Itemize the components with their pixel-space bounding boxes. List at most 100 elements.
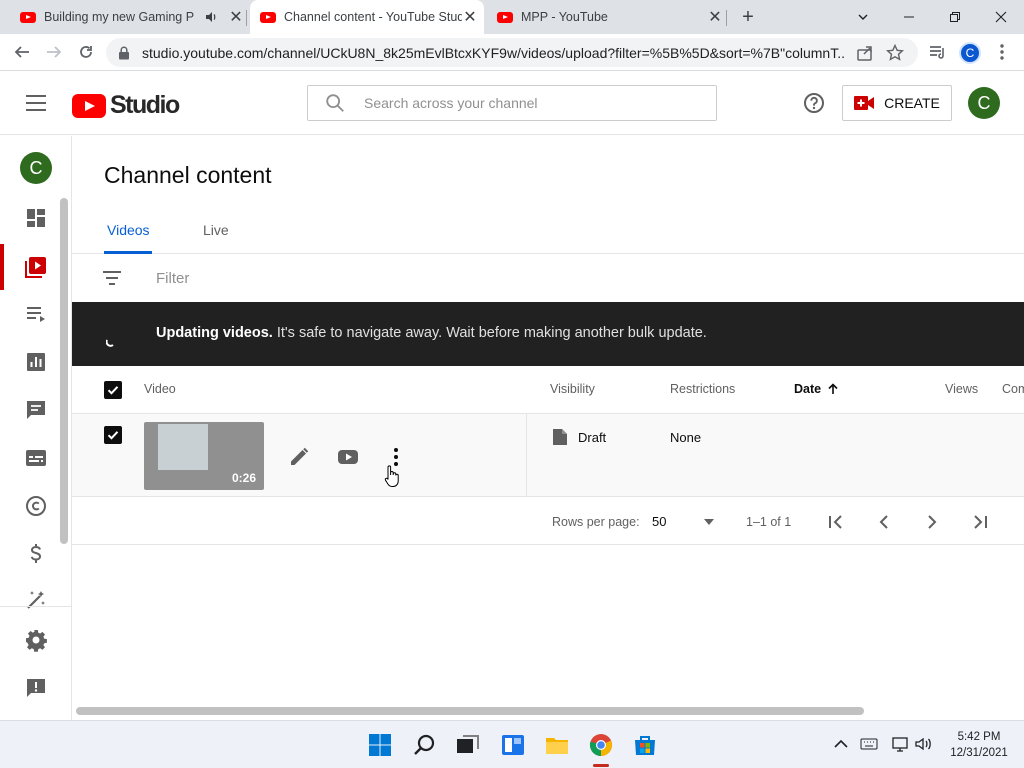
rows-per-page-select[interactable]: 50 [652, 514, 714, 529]
next-page-icon[interactable] [921, 511, 943, 533]
active-nav-indicator [0, 244, 4, 290]
row-checkbox[interactable] [104, 426, 122, 444]
channel-search-box[interactable] [307, 85, 717, 121]
system-clock[interactable]: 5:42 PM 12/31/2021 [944, 729, 1014, 761]
search-input[interactable] [364, 95, 684, 111]
browser-tab-mpp[interactable]: MPP - YouTube ✕ [497, 0, 723, 34]
first-page-icon[interactable] [825, 511, 847, 533]
task-view-icon[interactable] [456, 733, 480, 757]
windows-taskbar: 5:42 PM 12/31/2021 [0, 720, 1024, 768]
banner-detail: It's safe to navigate away. Wait before … [276, 325, 707, 341]
search-icon [326, 94, 344, 112]
filter-icon[interactable] [102, 270, 122, 286]
studio-logo[interactable]: Studio [72, 91, 180, 120]
chrome-menu-icon[interactable] [992, 42, 1012, 62]
edit-pencil-icon[interactable] [288, 446, 310, 468]
youtube-play-icon[interactable] [337, 446, 359, 468]
close-tab-icon[interactable]: ✕ [462, 9, 478, 26]
reload-icon[interactable] [76, 42, 96, 62]
volume-icon[interactable] [914, 735, 932, 753]
draft-document-icon [553, 429, 567, 445]
content-icon[interactable] [24, 255, 48, 279]
logo-text: Studio [110, 91, 180, 119]
pagination-bar: Rows per page: 50 1–1 of 1 [72, 497, 1024, 545]
table-row[interactable]: 0:26 Draft None [72, 414, 1024, 497]
tab-title: Building my new Gaming PC [44, 10, 194, 24]
playlists-icon[interactable] [24, 302, 48, 326]
new-tab-icon[interactable]: + [737, 7, 759, 29]
column-visibility[interactable]: Visibility [550, 382, 595, 396]
previous-page-icon[interactable] [873, 511, 895, 533]
horizontal-scrollbar[interactable] [76, 707, 864, 715]
main-content: Channel content Videos Live Filter Updat… [72, 136, 1024, 720]
back-icon[interactable] [12, 42, 32, 62]
lock-icon[interactable] [118, 46, 130, 60]
video-thumbnail[interactable]: 0:26 [144, 422, 264, 490]
row-column-divider [526, 414, 527, 497]
analytics-icon[interactable] [24, 350, 48, 374]
restore-icon[interactable] [932, 0, 978, 34]
bulk-update-banner: Updating videos. It's safe to navigate a… [72, 302, 1024, 366]
column-restrictions[interactable]: Restrictions [670, 382, 735, 396]
monetization-icon[interactable] [24, 542, 48, 566]
url-text: studio.youtube.com/channel/UCkU8N_8k25mE… [142, 44, 844, 61]
forward-icon[interactable] [44, 42, 64, 62]
tab-search-icon[interactable] [840, 0, 886, 34]
search-icon[interactable] [413, 733, 437, 757]
filter-placeholder: Filter [156, 270, 190, 287]
share-icon[interactable] [856, 44, 874, 62]
filter-bar[interactable]: Filter [72, 254, 1024, 302]
column-comments[interactable]: Com [1002, 382, 1024, 396]
tab-videos[interactable]: Videos [107, 222, 150, 238]
bookmark-star-icon[interactable] [886, 43, 904, 62]
account-avatar[interactable]: C [968, 87, 1000, 119]
settings-icon[interactable] [24, 628, 48, 652]
column-date[interactable]: Date [794, 382, 839, 396]
youtube-play-logo-icon [72, 93, 106, 118]
visibility-cell[interactable]: Draft [552, 428, 606, 446]
close-window-icon[interactable] [978, 0, 1024, 34]
microsoft-store-icon[interactable] [633, 733, 657, 757]
help-icon[interactable] [803, 92, 825, 114]
browser-toolbar: studio.youtube.com/channel/UCkU8N_8k25mE… [0, 34, 1024, 71]
show-hidden-icons-icon[interactable] [832, 735, 850, 753]
browser-tab-gaming-pc[interactable]: Building my new Gaming PC ✕ [20, 0, 246, 34]
close-tab-icon[interactable]: ✕ [707, 9, 723, 26]
feedback-icon[interactable] [24, 676, 48, 700]
sort-ascending-icon[interactable] [827, 383, 839, 395]
copyright-icon[interactable] [24, 494, 48, 518]
create-button[interactable]: CREATE [842, 85, 952, 121]
tab-live[interactable]: Live [203, 222, 229, 238]
chrome-profile-avatar[interactable]: C [959, 42, 981, 64]
hand-cursor-icon [384, 465, 399, 487]
file-explorer-icon[interactable] [545, 733, 569, 757]
column-video[interactable]: Video [144, 382, 176, 396]
close-tab-icon[interactable]: ✕ [228, 9, 244, 26]
hamburger-menu-icon[interactable] [26, 95, 46, 111]
speaker-icon[interactable] [204, 10, 218, 24]
channel-avatar[interactable]: C [20, 152, 52, 184]
last-page-icon[interactable] [969, 511, 991, 533]
windows-start-icon[interactable] [368, 733, 392, 757]
column-views[interactable]: Views [945, 382, 978, 396]
media-controls-icon[interactable] [928, 42, 948, 62]
widgets-icon[interactable] [501, 733, 525, 757]
subtitles-icon[interactable] [24, 446, 48, 470]
tab-separator [726, 10, 727, 26]
address-bar[interactable]: studio.youtube.com/channel/UCkU8N_8k25mE… [106, 38, 918, 67]
network-icon[interactable] [892, 735, 910, 753]
keyboard-icon[interactable] [860, 735, 878, 753]
sidebar-scrollbar[interactable] [60, 198, 68, 544]
browser-tab-channel-content[interactable]: Channel content - YouTube Studio ✕ [250, 0, 484, 34]
chrome-icon[interactable] [589, 733, 613, 757]
pagination-range: 1–1 of 1 [746, 515, 792, 529]
youtube-favicon-icon [497, 11, 513, 23]
youtube-favicon-icon [20, 11, 36, 23]
dashboard-icon[interactable] [24, 206, 48, 230]
minimize-icon[interactable] [886, 0, 932, 34]
tab-title: Channel content - YouTube Studio [284, 10, 462, 24]
table-header: Video Visibility Restrictions Date Views… [72, 366, 1024, 414]
customization-icon[interactable] [24, 588, 48, 612]
comments-icon[interactable] [24, 398, 48, 422]
select-all-checkbox[interactable] [104, 381, 122, 399]
